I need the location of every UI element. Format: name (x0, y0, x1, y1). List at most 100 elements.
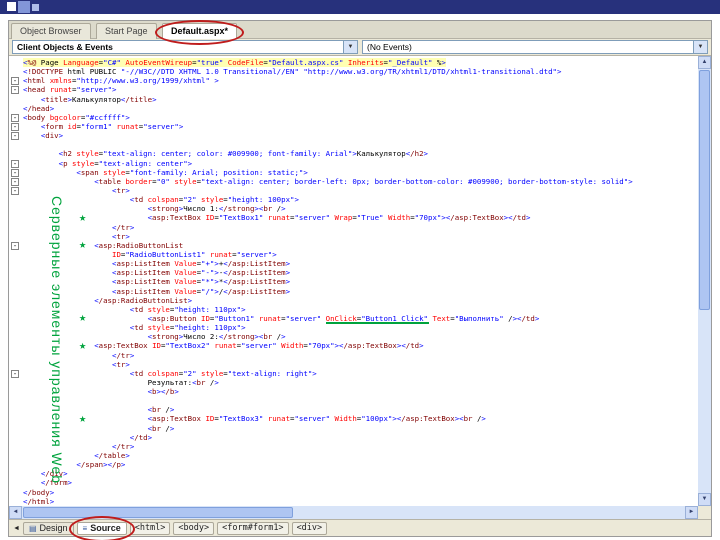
code-line[interactable]: - <body bgcolor="#ccffff"> (9, 113, 698, 122)
scroll-up-icon[interactable]: ▲ (698, 56, 711, 69)
decor-square (32, 4, 39, 11)
code-line[interactable]: - <p style="text-align: center"> (9, 159, 698, 168)
code-line[interactable]: <asp:TextBox ID="TextBox1" runat="server… (9, 213, 698, 222)
code-line[interactable]: </span></p> (9, 460, 698, 469)
code-line[interactable]: <b></b> (9, 387, 698, 396)
green-underline-annotation (326, 321, 429, 324)
fold-toggle[interactable]: - (9, 241, 23, 250)
design-label: Design (39, 523, 68, 533)
client-objects-dropdown[interactable]: Client Objects & Events ▼ (12, 40, 358, 54)
code-line[interactable]: - <table border="0" style="text-align: c… (9, 177, 698, 186)
code-line[interactable]: ID="RadioButtonList1" runat="server"> (9, 250, 698, 259)
code-line[interactable]: <!DOCTYPE html PUBLIC "-//W3C//DTD XHTML… (9, 67, 698, 76)
code-line[interactable]: </body> (9, 488, 698, 497)
navigation-bar: Client Objects & Events ▼ (No Events) ▼ (9, 39, 711, 56)
vs-editor-window: Object Browser Start Page Default.aspx* … (8, 20, 712, 540)
source-icon: ≡ (82, 523, 88, 533)
code-line[interactable]: </tr> (9, 351, 698, 360)
fold-toggle[interactable]: - (9, 177, 23, 186)
code-line[interactable]: - <html xmlns="http://www.w3.org/1999/xht… (9, 76, 698, 86)
breadcrumb-html[interactable]: <html> (129, 521, 171, 535)
left-arrow-icon[interactable]: ◄ (13, 525, 20, 532)
code-line[interactable]: </form> (9, 478, 698, 487)
breadcrumb-form[interactable]: <form#form1> (217, 521, 289, 535)
horizontal-scrollbar[interactable]: ◄ ► (9, 506, 698, 519)
tab-default-aspx[interactable]: Default.aspx* (154, 20, 244, 45)
code-editor[interactable]: <%@ Page Language="C#" AutoEventWireup="… (9, 56, 698, 506)
code-line[interactable]: - <td colspan="2" style="text-align: rig… (9, 369, 698, 378)
client-objects-value: Client Objects & Events (17, 42, 113, 52)
slide: Object Browser Start Page Default.aspx* … (0, 0, 720, 540)
code-area: <%@ Page Language="C#" AutoEventWireup="… (9, 56, 698, 506)
fold-toggle[interactable]: - (9, 131, 23, 141)
code-line[interactable]: - <form id="form1" runat="server"> (9, 122, 698, 131)
code-line[interactable]: <strong>Число 1:</strong><br /> (9, 204, 698, 213)
design-view-button[interactable]: ▤ Design (22, 521, 74, 535)
code-line[interactable]: <br /> (9, 424, 698, 433)
code-line[interactable]: - <head runat="server"> (9, 85, 698, 95)
breadcrumb-body[interactable]: <body> (173, 521, 215, 535)
code-line[interactable]: <h2 style="text-align: center; color: #0… (9, 149, 698, 158)
code-line[interactable]: <tr> (9, 232, 698, 241)
scrollbar-thumb[interactable] (699, 70, 710, 310)
code-line[interactable]: </tr> (9, 442, 698, 451)
scrollbar-corner (698, 506, 711, 519)
code-line[interactable]: </html> (9, 497, 698, 506)
code-line[interactable]: </asp:RadioButtonList> (9, 296, 698, 305)
code-line[interactable]: <asp:ListItem Value="/">/</asp:ListItem> (9, 287, 698, 296)
code-line[interactable]: </td> (9, 433, 698, 442)
code-line[interactable]: <%@ Page Language="C#" AutoEventWireup="… (9, 58, 698, 67)
star-annotation: ★ (79, 310, 87, 325)
fold-toggle[interactable]: - (9, 122, 23, 131)
fold-toggle[interactable]: - (9, 113, 23, 122)
code-line[interactable]: <td style="height: 110px"> (9, 305, 698, 314)
star-annotation: ★ (79, 337, 87, 352)
scrollbar-thumb[interactable] (23, 507, 293, 518)
code-line[interactable]: </table> (9, 451, 698, 460)
code-line[interactable] (9, 140, 698, 149)
code-line[interactable]: <asp:TextBox ID="TextBox3" runat="server… (9, 414, 698, 423)
code-line[interactable]: <td colspan="2" style="height: 100px"> (9, 195, 698, 204)
code-line[interactable]: <asp:TextBox ID="TextBox2" runat="server… (9, 341, 698, 350)
slide-header-bar (0, 0, 720, 14)
code-line[interactable]: <asp:ListItem Value="-">-</asp:ListItem> (9, 268, 698, 277)
code-line[interactable]: <asp:ListItem Value="*">*</asp:ListItem> (9, 277, 698, 286)
fold-toggle[interactable]: - (9, 76, 23, 86)
fold-toggle[interactable]: - (9, 186, 23, 195)
vertical-scrollbar[interactable]: ▲ ▼ (698, 56, 711, 506)
scroll-left-icon[interactable]: ◄ (9, 506, 22, 519)
breadcrumb-div[interactable]: <div> (291, 521, 328, 535)
code-line[interactable]: <title>Калькулятор</title> (9, 95, 698, 104)
code-line[interactable]: - <tr> (9, 186, 698, 195)
code-line[interactable]: <strong>Число 2:</strong><br /> (9, 332, 698, 341)
events-dropdown[interactable]: (No Events) ▼ (362, 40, 708, 54)
code-line[interactable]: Результат:<br /> (9, 378, 698, 387)
code-line[interactable]: <td style="height: 110px"> (9, 323, 698, 332)
chevron-down-icon[interactable]: ▼ (693, 41, 707, 53)
decor-square (7, 2, 16, 11)
code-line[interactable] (9, 396, 698, 405)
code-line[interactable]: <tr> (9, 360, 698, 369)
fold-toggle[interactable]: - (9, 369, 23, 378)
code-line[interactable]: <br /> (9, 405, 698, 414)
chevron-down-icon[interactable]: ▼ (343, 41, 357, 53)
code-line[interactable]: </head> (9, 104, 698, 113)
code-line[interactable]: - <div> (9, 131, 698, 141)
code-line[interactable]: <asp:ListItem Value="+">+</asp:ListItem> (9, 259, 698, 268)
document-tab-strip: Object Browser Start Page Default.aspx* (9, 20, 711, 45)
tab-object-browser[interactable]: Object Browser (11, 23, 91, 39)
scroll-down-icon[interactable]: ▼ (698, 493, 711, 506)
code-line[interactable]: </div> (9, 469, 698, 478)
fold-toggle[interactable]: - (9, 159, 23, 168)
events-value: (No Events) (367, 42, 412, 52)
fold-toggle[interactable]: - (9, 168, 23, 177)
star-annotation: ★ (79, 410, 87, 425)
source-view-button[interactable]: ≡ Source (68, 515, 135, 540)
code-line[interactable]: - <asp:RadioButtonList (9, 241, 698, 250)
tab-start-page[interactable]: Start Page (95, 23, 157, 39)
code-line[interactable]: </tr> (9, 223, 698, 232)
scroll-right-icon[interactable]: ► (685, 506, 698, 519)
code-line[interactable]: - <span style="font-family: Arial; posit… (9, 168, 698, 177)
source-label: Source (90, 523, 121, 533)
fold-toggle[interactable]: - (9, 85, 23, 95)
